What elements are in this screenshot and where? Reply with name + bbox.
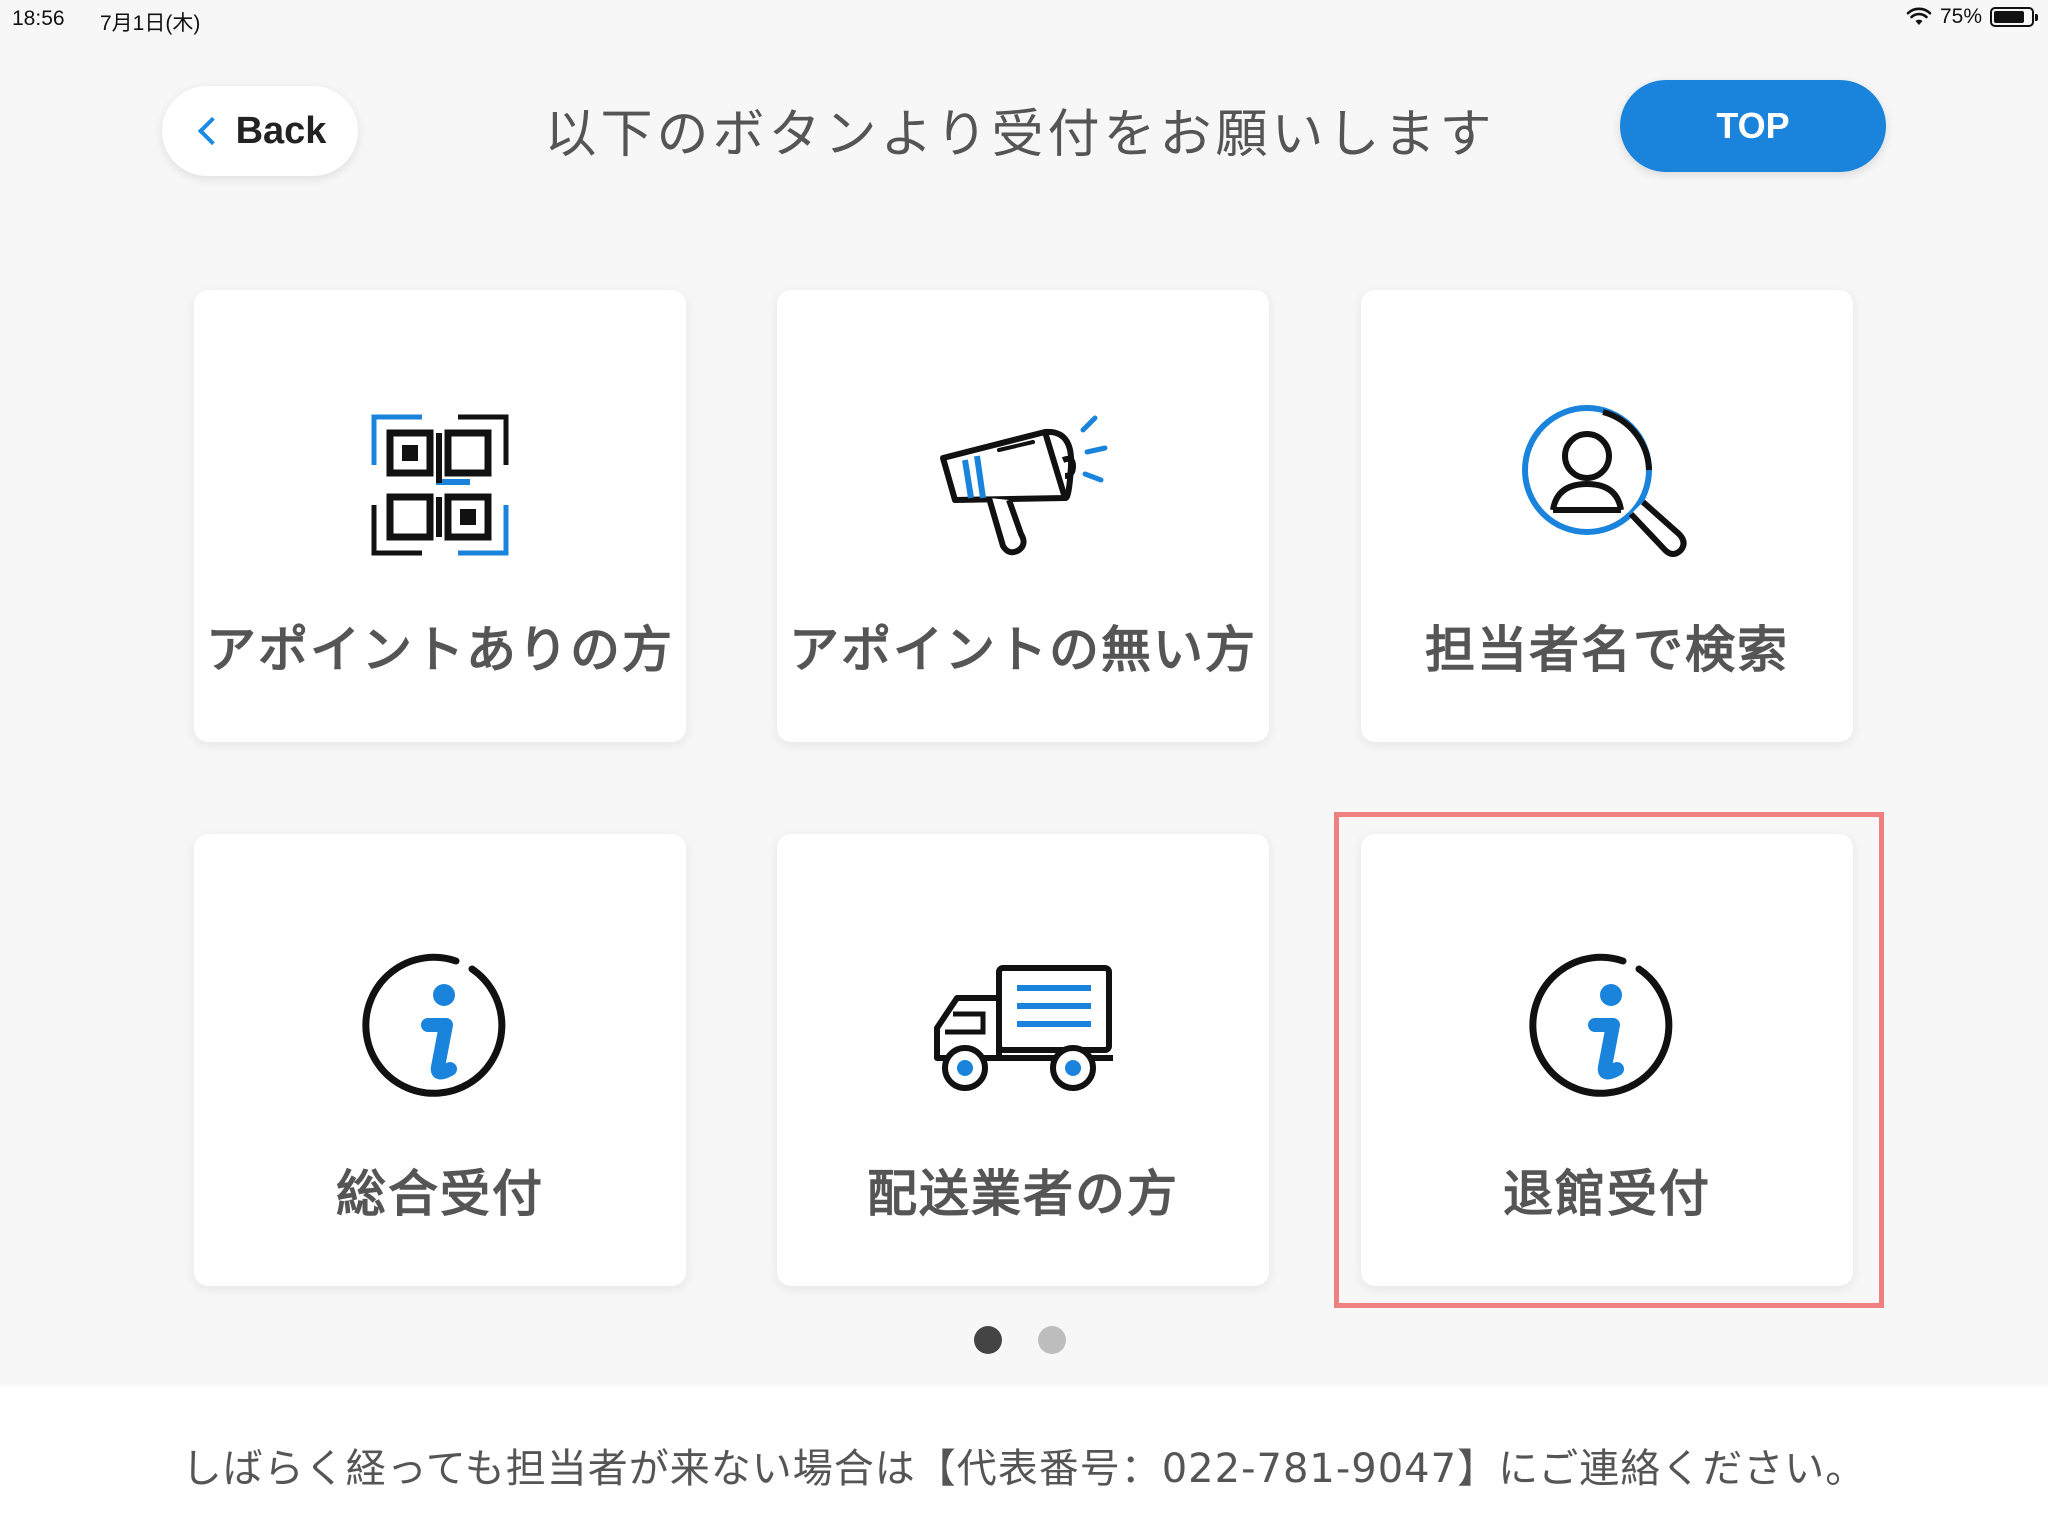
battery-icon	[1990, 7, 2038, 27]
checkout-reception-card[interactable]: 退館受付	[1361, 834, 1853, 1286]
battery-percent: 75%	[1939, 5, 1982, 28]
megaphone-icon	[923, 400, 1123, 570]
card-label: 担当者名で検索	[1425, 621, 1789, 679]
footer: しばらく経っても担当者が来ない場合は【代表番号：022-781-9047】にご連…	[0, 1386, 2048, 1536]
card-label: 退館受付	[1503, 1165, 1711, 1223]
card-label: 配送業者の方	[867, 1165, 1179, 1223]
chevron-left-icon	[197, 116, 226, 146]
back-button[interactable]: Back	[162, 86, 358, 176]
page-dot-1[interactable]	[974, 1326, 1002, 1354]
status-date: 7月1日(木)	[100, 12, 201, 35]
card-label: アポイントありの方	[206, 621, 674, 679]
card-label: アポイントの無い方	[789, 621, 1257, 679]
top-button[interactable]: TOP	[1620, 80, 1886, 172]
card-label: 総合受付	[336, 1165, 544, 1223]
info-icon	[1507, 944, 1707, 1114]
status-bar: 18:56 7月1日(木) 75%	[0, 0, 2048, 40]
qr-code-icon	[340, 400, 540, 570]
back-label: Back	[235, 109, 327, 152]
general-reception-card[interactable]: 総合受付	[194, 834, 686, 1286]
wifi-icon	[1906, 7, 1932, 25]
no-appointment-card[interactable]: アポイントの無い方	[777, 290, 1269, 742]
search-by-person-card[interactable]: 担当者名で検索	[1361, 290, 1853, 742]
info-icon	[340, 944, 540, 1114]
footer-message: しばらく経っても担当者が来ない場合は【代表番号：022-781-9047】にご連…	[181, 1446, 1867, 1492]
status-time: 18:56	[12, 7, 65, 30]
status-indicators: 75%	[1906, 5, 2038, 29]
delivery-card[interactable]: 配送業者の方	[777, 834, 1269, 1286]
delivery-truck-icon	[923, 944, 1123, 1114]
appointment-card[interactable]: アポイントありの方	[194, 290, 686, 742]
page-title: 以下のボタンより受付をお願いします	[544, 105, 1496, 165]
page-dot-2[interactable]	[1038, 1326, 1066, 1354]
page-indicator	[974, 1326, 1066, 1354]
person-search-icon	[1507, 400, 1707, 570]
